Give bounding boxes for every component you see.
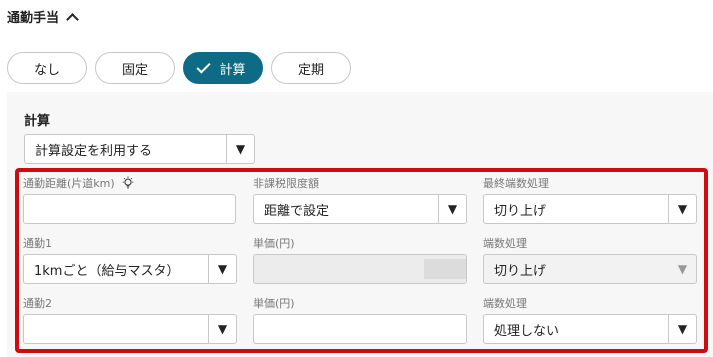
option-none-button[interactable]: なし [7,52,87,84]
section-title: 通勤手当 [7,11,60,26]
dropdown-arrow-icon: ▼ [438,195,466,223]
commute1-value: 1kmごと（給与マスタ） [34,263,180,279]
dropdown-arrow-icon: ▼ [677,262,688,276]
final-rounding-value: 切り上げ [494,203,547,219]
rounding1-label: 端数処理 [483,237,527,250]
commute1-label: 通勤1 [23,237,52,250]
final-rounding-label: 最終端数処理 [483,177,549,190]
unit-price2-label: 単価(円) [253,297,295,310]
panel-title: 計算 [24,114,51,129]
option-pass-button[interactable]: 定期 [271,52,351,84]
allowance-type-selector: なし 固定 計算 定期 [7,52,351,84]
option-fixed-button[interactable]: 固定 [95,52,175,84]
rounding2-label: 端数処理 [483,297,527,310]
final-rounding-select[interactable]: 切り上げ ▼ [483,194,697,224]
unit-price1-input [253,254,467,284]
calc-setting-value: 計算設定を利用する [35,143,153,159]
tax-limit-value: 距離で設定 [264,203,330,219]
commute2-label: 通勤2 [23,297,52,310]
check-icon [196,58,212,74]
rounding1-select: 切り上げ ▼ [483,254,697,284]
dropdown-arrow-icon: ▼ [208,255,236,283]
dropdown-arrow-icon: ▼ [208,315,236,343]
disabled-shade [424,259,466,279]
chevron-up-icon[interactable] [66,12,79,26]
tax-limit-label: 非課税限度額 [253,177,319,190]
commute1-select[interactable]: 1kmごと（給与マスタ） ▼ [23,254,237,284]
dropdown-arrow-icon: ▼ [226,135,254,163]
tax-limit-select[interactable]: 距離で設定 ▼ [253,194,467,224]
section-header[interactable]: 通勤手当 [7,7,79,26]
unit-price2-input[interactable] [253,314,467,344]
lightbulb-icon[interactable] [121,176,135,190]
rounding2-select[interactable]: 処理しない ▼ [483,314,697,344]
option-calculate-button[interactable]: 計算 [183,52,263,84]
commute2-select[interactable]: ▼ [23,314,237,344]
calc-setting-select[interactable]: 計算設定を利用する ▼ [24,134,255,164]
dropdown-arrow-icon: ▼ [668,315,696,343]
rounding2-value: 処理しない [494,323,560,339]
rounding1-value: 切り上げ [494,263,547,279]
distance-label: 通勤距離(片道km) [23,175,135,191]
calculation-panel: 計算 計算設定を利用する ▼ 通勤距離(片道km) 非課税限度額 距離で設定 ▼… [7,92,713,357]
unit-price1-label: 単価(円) [253,237,295,250]
distance-input[interactable] [23,194,236,224]
dropdown-arrow-icon: ▼ [668,195,696,223]
